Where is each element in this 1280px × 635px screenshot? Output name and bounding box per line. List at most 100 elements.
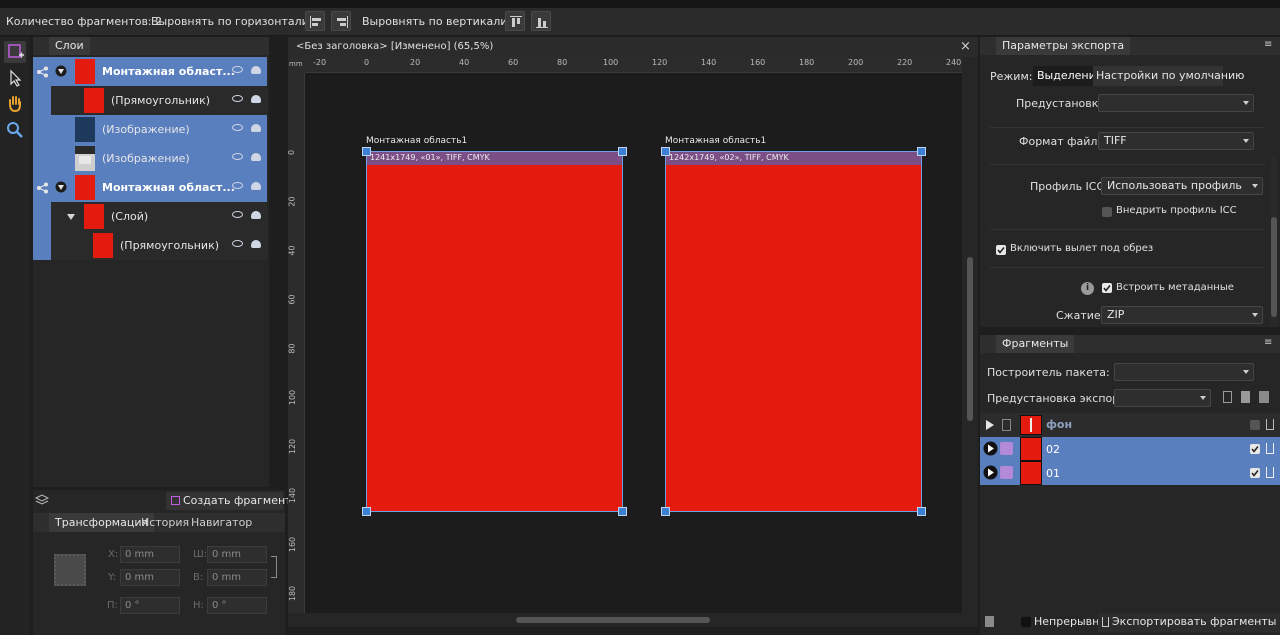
link-proportions-icon[interactable] [271, 556, 277, 578]
rotation-field[interactable]: 0 ° [120, 597, 180, 614]
mode-default-button[interactable]: Настройки по умолчанию [1093, 66, 1244, 86]
tab-navigator[interactable]: Навигатор [191, 516, 252, 529]
artboard-tool[interactable] [4, 41, 26, 63]
visibility-icon[interactable] [232, 182, 243, 189]
visibility-icon[interactable] [232, 124, 243, 131]
collapse-arrow-icon[interactable] [55, 181, 67, 193]
layer-row[interactable]: (Слой) [33, 202, 267, 231]
export-slice-icon[interactable] [1266, 419, 1274, 430]
horizontal-scrollbar[interactable] [288, 613, 978, 627]
tab-slices[interactable]: Фрагменты [996, 335, 1075, 353]
mode-selection-button[interactable]: Выделение [1033, 66, 1103, 86]
scrollbar-thumb[interactable] [516, 617, 710, 623]
layer-row[interactable]: Монтажная област... [33, 173, 267, 202]
preset-dropdown[interactable] [1098, 94, 1254, 112]
visibility-icon[interactable] [232, 211, 243, 218]
resize-handle[interactable] [661, 507, 670, 516]
continuous-checkbox[interactable] [1021, 617, 1031, 627]
slice-row-01[interactable]: 01 [980, 461, 1280, 485]
visibility-icon[interactable] [232, 95, 243, 102]
manage-presets-icon[interactable] [1259, 391, 1269, 403]
resize-handle[interactable] [661, 147, 670, 156]
icc-profile-dropdown[interactable]: Использовать профиль докум [1101, 177, 1263, 195]
layer-row[interactable]: (Изображение) [33, 115, 267, 144]
resize-handle[interactable] [917, 147, 926, 156]
zoom-tool[interactable] [4, 119, 26, 141]
info-icon[interactable]: i [1081, 282, 1094, 295]
slice-export-checkbox[interactable] [1250, 468, 1260, 478]
layer-row[interactable]: (Изображение) [33, 144, 267, 173]
document-canvas[interactable]: Монтажная область1 1241x1749, «01», TIFF… [305, 73, 962, 613]
create-fragment-button[interactable]: Создать фрагмент [166, 492, 292, 510]
layer-row[interactable]: (Прямоугольник) [33, 231, 267, 260]
expand-arrow-icon[interactable] [985, 419, 995, 431]
lock-icon[interactable] [251, 95, 261, 103]
lock-icon[interactable] [251, 182, 261, 190]
file-format-dropdown[interactable]: TIFF [1098, 132, 1254, 150]
y-field[interactable]: 0 mm [120, 569, 180, 586]
layer-row[interactable]: (Прямоугольник) [33, 86, 267, 115]
panel-menu-icon[interactable]: ≡ [1264, 337, 1272, 348]
trash-icon[interactable] [985, 616, 994, 627]
collapse-arrow-icon[interactable] [66, 212, 76, 222]
layers-stack-icon[interactable] [35, 494, 49, 506]
align-left-button[interactable] [305, 11, 325, 31]
lock-icon[interactable] [251, 124, 261, 132]
compression-dropdown[interactable]: ZIP [1101, 306, 1263, 324]
panel-menu-icon[interactable]: ≡ [1264, 39, 1272, 50]
align-bottom-button[interactable] [531, 11, 551, 31]
image-thumbnail [75, 146, 95, 171]
visibility-icon[interactable] [232, 240, 243, 247]
slice-row-fon[interactable]: фон [980, 413, 1280, 437]
visibility-icon[interactable] [232, 153, 243, 160]
close-document-icon[interactable]: × [960, 39, 971, 54]
delete-preset-icon[interactable] [1241, 391, 1250, 403]
x-field[interactable]: 0 mm [120, 546, 180, 563]
scrollbar-thumb[interactable] [1271, 217, 1277, 317]
tab-export-options[interactable]: Параметры экспорта [996, 37, 1131, 55]
visibility-icon[interactable] [232, 66, 243, 73]
align-top-button[interactable] [505, 11, 525, 31]
bleed-checkbox[interactable] [996, 245, 1006, 255]
layer-row[interactable]: Монтажная област... [33, 57, 267, 86]
shear-field[interactable]: 0 ° [207, 597, 267, 614]
vertical-scrollbar[interactable] [962, 57, 978, 613]
anchor-grid-icon[interactable] [54, 554, 86, 586]
document-title[interactable]: <Без заголовка> [Изменено] (65,5%) [296, 41, 493, 52]
tab-transform[interactable]: Трансформация [49, 513, 155, 532]
tab-layers[interactable]: Слои [49, 37, 90, 55]
resize-handle[interactable] [362, 147, 371, 156]
lock-icon[interactable] [251, 211, 261, 219]
slice-export-checkbox[interactable] [1250, 444, 1260, 454]
export-slice-icon[interactable] [1266, 443, 1274, 454]
ruler-tick-label: 100 [603, 58, 619, 67]
scrollbar-thumb[interactable] [967, 257, 973, 421]
lock-icon[interactable] [251, 240, 261, 248]
embed-icc-checkbox[interactable] [1102, 207, 1112, 217]
lock-icon[interactable] [251, 153, 261, 161]
resize-handle[interactable] [362, 507, 371, 516]
export-slice-icon[interactable] [1266, 467, 1274, 478]
export-preset-dropdown[interactable] [1114, 389, 1211, 407]
slice-export-checkbox[interactable] [1250, 420, 1260, 430]
metadata-checkbox[interactable] [1102, 283, 1112, 293]
resize-handle[interactable] [618, 147, 627, 156]
resize-handle[interactable] [917, 507, 926, 516]
copy-preset-icon[interactable] [1223, 391, 1232, 403]
slice-row-02[interactable]: 02 [980, 437, 1280, 461]
expand-arrow-icon[interactable] [983, 465, 998, 480]
export-panel-scrollbar[interactable] [1271, 157, 1277, 327]
w-field[interactable]: 0 mm [207, 546, 267, 563]
move-tool[interactable] [4, 67, 26, 89]
fragment-count-label: Количество фрагментов: 2 [6, 15, 163, 28]
resize-handle[interactable] [618, 507, 627, 516]
lock-icon[interactable] [251, 66, 261, 74]
expand-arrow-icon[interactable] [983, 441, 998, 456]
tab-history[interactable]: История [141, 516, 189, 529]
h-field[interactable]: 0 mm [207, 569, 267, 586]
align-right-button[interactable] [331, 11, 351, 31]
export-slices-button[interactable]: Экспортировать фрагменты (2) [1098, 613, 1280, 632]
hand-tool[interactable] [4, 93, 26, 115]
batch-builder-dropdown[interactable] [1114, 363, 1254, 381]
collapse-arrow-icon[interactable] [55, 65, 67, 77]
